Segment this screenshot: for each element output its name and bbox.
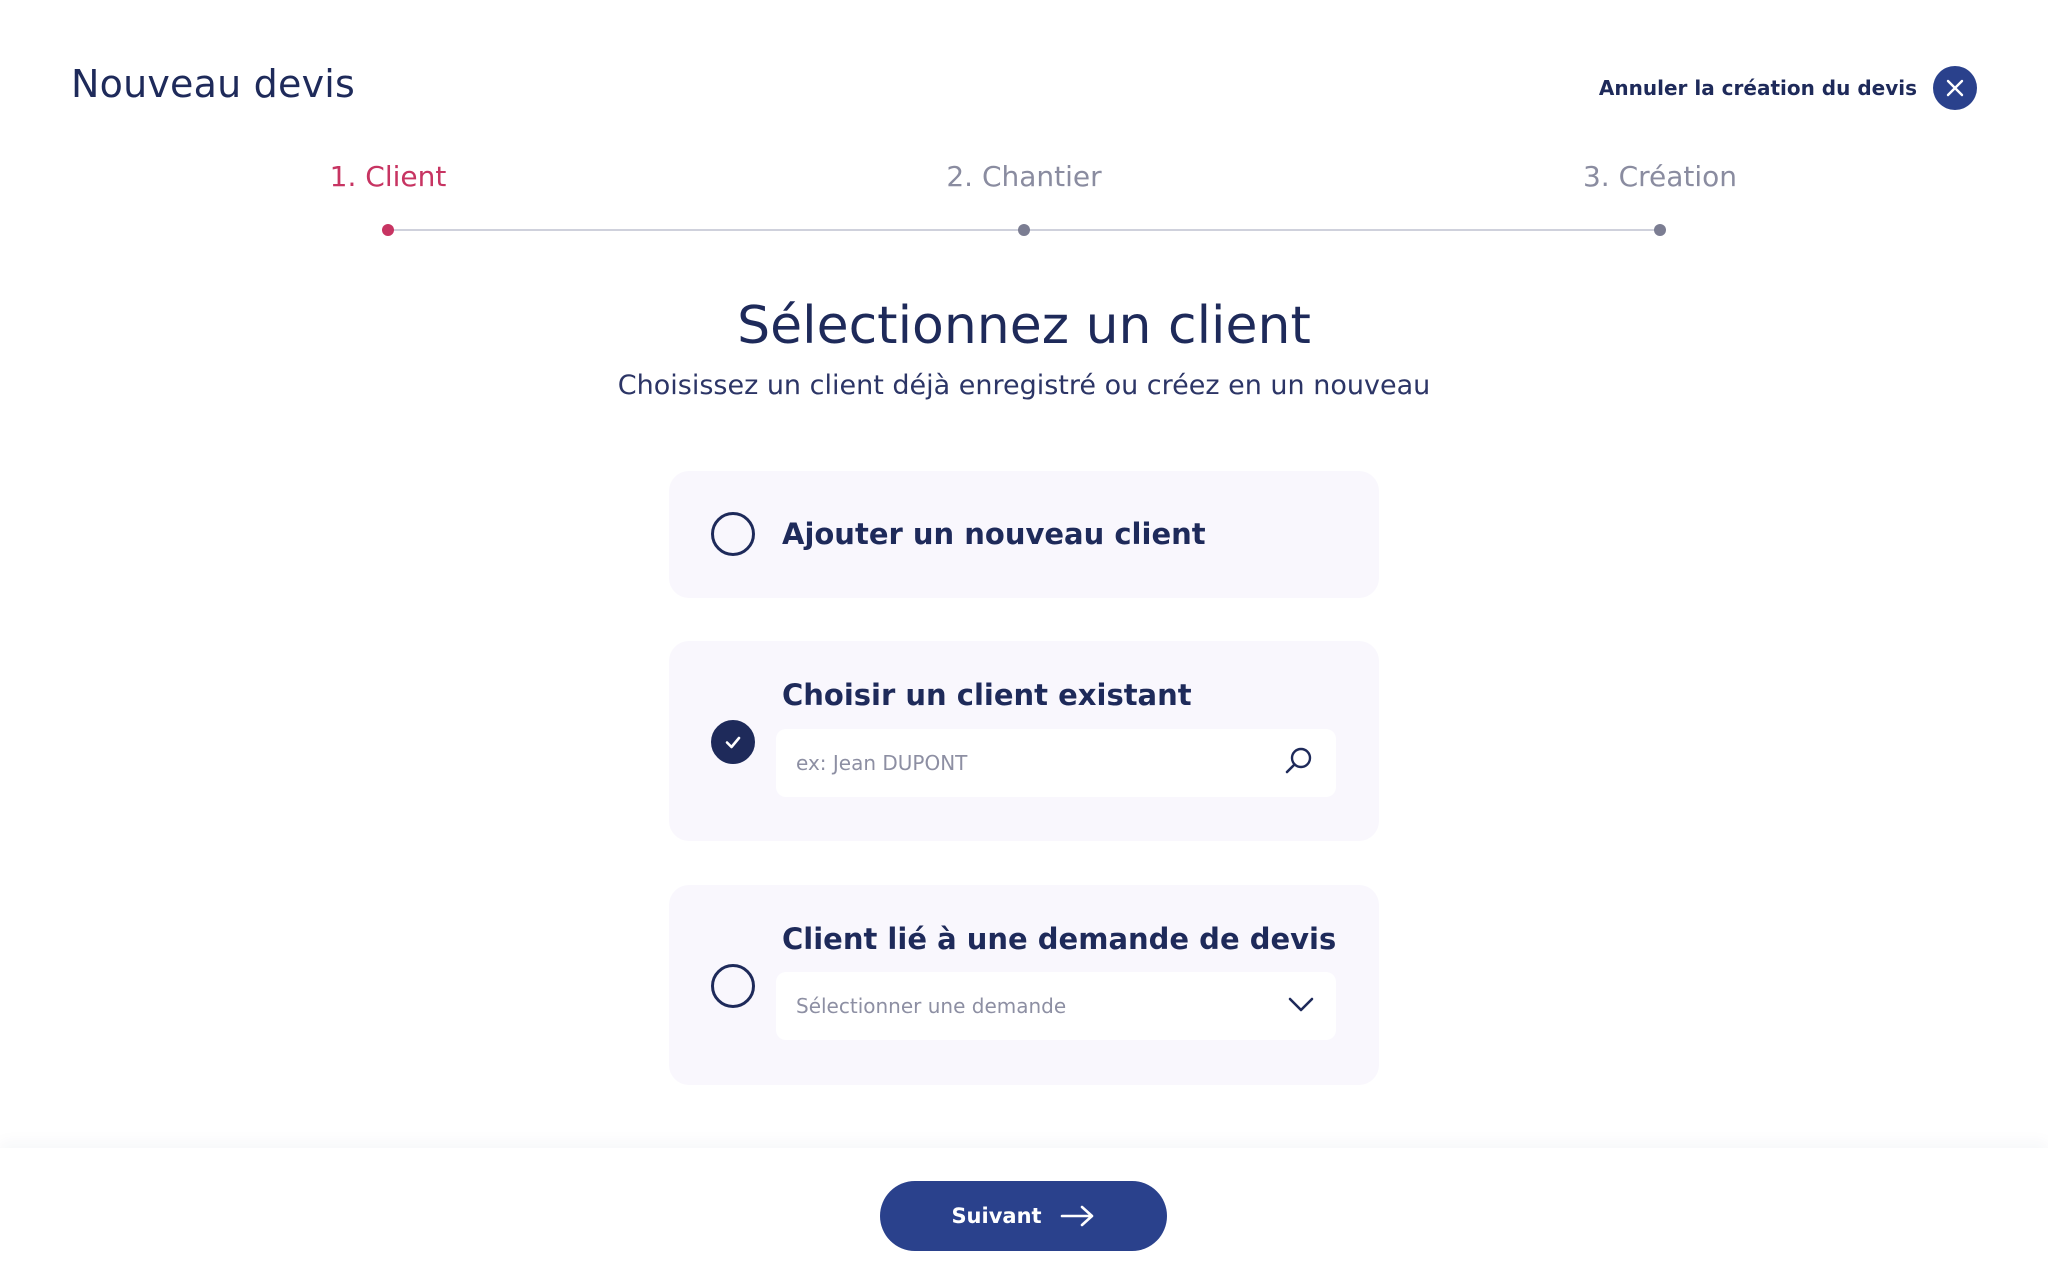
quote-request-select-value: Sélectionner une demande <box>796 994 1067 1018</box>
arrow-right-icon <box>1060 1205 1093 1227</box>
client-search-field[interactable] <box>776 729 1336 797</box>
step-creation[interactable]: 3. Création <box>1583 160 1737 193</box>
check-icon <box>725 736 741 749</box>
step-dot-chantier <box>1018 224 1030 236</box>
option-new-client[interactable]: Ajouter un nouveau client <box>669 471 1379 598</box>
radio-new-client[interactable] <box>711 512 755 556</box>
option-existing-client[interactable]: Choisir un client existant <box>669 641 1379 841</box>
next-button-label: Suivant <box>951 1204 1042 1228</box>
option-title: Choisir un client existant <box>782 678 1192 712</box>
step-dot-client <box>382 224 394 236</box>
step-client[interactable]: 1. Client <box>330 160 447 193</box>
quote-request-select[interactable]: Sélectionner une demande <box>776 972 1336 1040</box>
section-subheading: Choisissez un client déjà enregistré ou … <box>617 370 1431 401</box>
stepper: 1. Client 2. Chantier 3. Création <box>330 160 1737 240</box>
section-heading: Sélectionnez un client <box>737 296 1311 356</box>
chevron-down-icon[interactable] <box>1286 989 1316 1023</box>
step-chantier[interactable]: 2. Chantier <box>946 160 1101 193</box>
radio-quote-request-client[interactable] <box>711 964 755 1008</box>
page-title: Nouveau devis <box>71 62 356 106</box>
option-title: Ajouter un nouveau client <box>782 517 1206 551</box>
step-label: 1. Client <box>329 160 447 193</box>
search-icon[interactable] <box>1282 744 1316 782</box>
next-button[interactable]: Suivant <box>880 1181 1167 1251</box>
close-icon[interactable] <box>1933 66 1977 110</box>
step-label: 3. Création <box>1582 160 1738 193</box>
radio-existing-client[interactable] <box>711 720 755 764</box>
cancel-quote-button[interactable]: Annuler la création du devis <box>1599 66 1977 110</box>
cancel-quote-label: Annuler la création du devis <box>1598 76 1917 100</box>
option-quote-request-client[interactable]: Client lié à une demande de devis Sélect… <box>669 885 1379 1085</box>
step-dot-creation <box>1654 224 1666 236</box>
client-search-input[interactable] <box>796 751 1256 775</box>
step-label: 2. Chantier <box>946 160 1102 193</box>
option-title: Client lié à une demande de devis <box>782 922 1337 956</box>
